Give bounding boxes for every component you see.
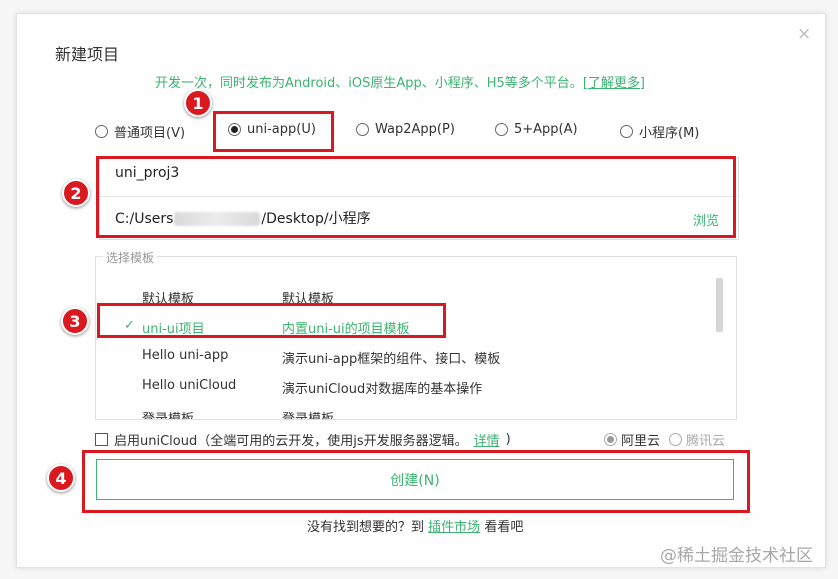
provider-label: 阿里云: [621, 434, 661, 449]
footer-suffix: 看看吧: [484, 520, 524, 535]
provider-tencent[interactable]: 腾讯云: [669, 430, 725, 449]
radio-circle-icon: [95, 125, 108, 138]
highlight-box-template: [97, 303, 446, 338]
template-name: Hello uniCloud: [142, 378, 237, 393]
highlight-box-create: [82, 450, 750, 513]
radio-circle-icon: [495, 123, 508, 136]
footer-hint: 没有找到想要的？到 插件市场 看看吧: [307, 516, 523, 535]
radio-circle-icon: [620, 125, 633, 138]
template-row-partial[interactable]: 登录模板 登录模板: [96, 401, 706, 420]
radio-label: 5+App(A): [514, 122, 578, 137]
watermark-text: @稀土掘金技术社区: [660, 546, 813, 566]
radio-normal-project[interactable]: 普通项目(V): [95, 122, 185, 141]
provider-aliyun[interactable]: 阿里云: [604, 430, 660, 449]
dialog-subtitle: 开发一次，同时发布为Android、iOS原生App、小程序、H5等多个平台。[…: [155, 72, 645, 91]
unicloud-paren: ): [505, 432, 511, 447]
provider-label: 腾讯云: [686, 434, 726, 449]
unicloud-option: 启用uniCloud（全端可用的云开发，使用js开发服务器逻辑。 详情): [95, 430, 511, 449]
annotation-badge-4: 4: [47, 464, 75, 492]
radio-wap2app[interactable]: Wap2App(P): [356, 122, 455, 137]
radio-selected-icon: [604, 433, 617, 446]
annotation-badge-1: 1: [184, 89, 212, 117]
radio-5plus-app[interactable]: 5+App(A): [495, 122, 578, 137]
unicloud-label: 启用uniCloud（全端可用的云开发，使用js开发服务器逻辑。: [114, 434, 468, 449]
radio-circle-icon: [356, 123, 369, 136]
template-row[interactable]: Hello uniCloud 演示uniCloud对数据库的基本操作: [96, 371, 706, 401]
footer-prefix: 没有找到想要的？到: [307, 520, 425, 535]
annotation-badge-3: 3: [61, 307, 89, 335]
template-scrollbar[interactable]: [716, 278, 723, 332]
close-icon[interactable]: ×: [797, 24, 811, 44]
subtitle-text: 开发一次，同时发布为Android、iOS原生App、小程序、H5等多个平台。: [155, 76, 583, 91]
annotation-badge-2: 2: [62, 179, 90, 207]
template-desc: 登录模板: [282, 412, 335, 420]
radio-circle-icon: [669, 433, 682, 446]
dialog-title: 新建项目: [55, 45, 120, 64]
template-name: 登录模板: [142, 412, 195, 420]
radio-label: Wap2App(P): [375, 122, 455, 137]
template-list[interactable]: 默认模板 默认模板 ✓ uni-ui项目 内置uni-ui的项目模板 Hello…: [95, 256, 737, 420]
template-desc: 演示uni-app框架的组件、接口、模板: [282, 352, 501, 367]
template-desc: 演示uniCloud对数据库的基本操作: [282, 382, 483, 397]
unicloud-detail-link[interactable]: 详情: [474, 430, 500, 449]
highlight-box-uni-app: [213, 111, 334, 152]
plugin-market-link[interactable]: 插件市场: [428, 520, 480, 535]
radio-label: 普通项目(V): [114, 126, 186, 141]
radio-mini-program[interactable]: 小程序(M): [620, 122, 699, 141]
radio-label: 小程序(M): [639, 126, 700, 141]
highlight-box-form: [96, 156, 736, 238]
template-name: Hello uni-app: [142, 348, 229, 363]
template-legend: 选择模板: [103, 249, 158, 266]
learn-more-link[interactable]: [了解更多]: [583, 76, 645, 91]
unicloud-checkbox[interactable]: [95, 433, 108, 446]
template-row[interactable]: Hello uni-app 演示uni-app框架的组件、接口、模板: [96, 341, 706, 371]
